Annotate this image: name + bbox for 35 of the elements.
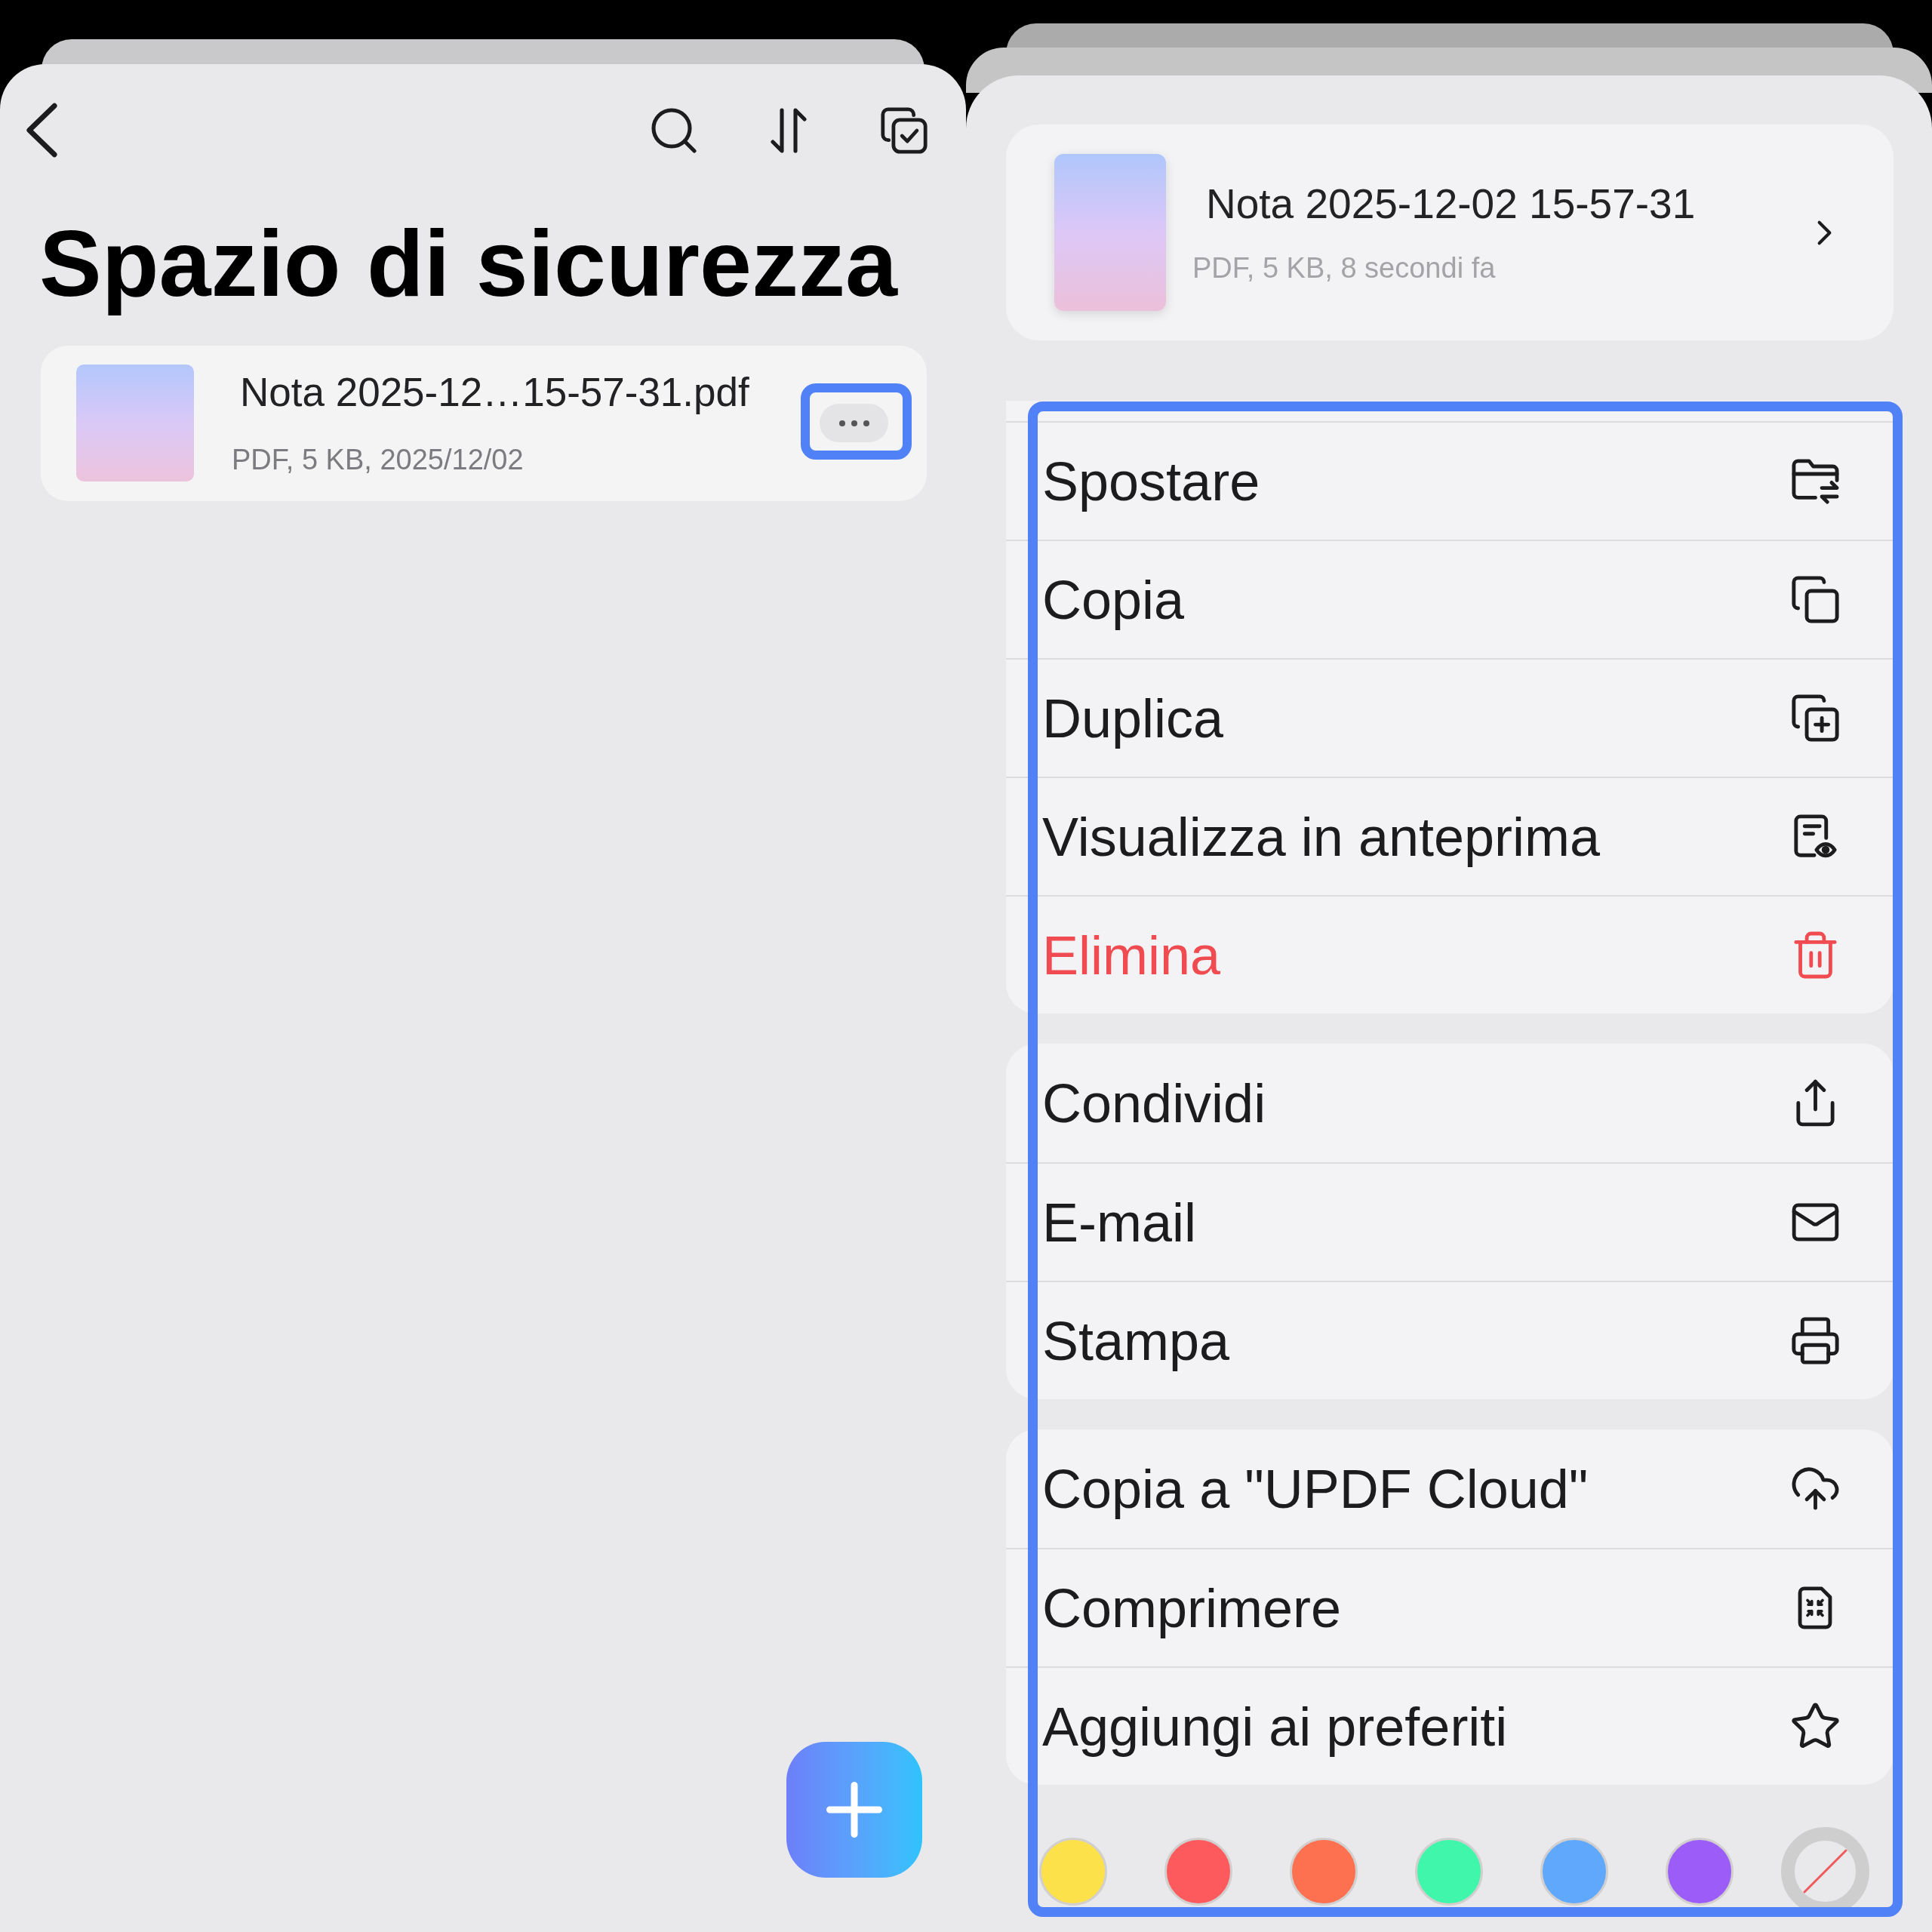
document-arrows-icon (1798, 1586, 1832, 1629)
file-name: Nota 2025-12…15-57-31.pdf (240, 372, 749, 413)
stacked-checkbox-icon[interactable] (881, 106, 928, 154)
add-button[interactable] (786, 1742, 922, 1878)
cloud-upload-icon (1791, 1467, 1839, 1510)
file-name: Nota 2025-12-02 15-57-31 (1206, 183, 1696, 225)
menu-item[interactable]: Copia a "UPDF Cloud" (1006, 1429, 1894, 1548)
menu-item[interactable]: Visualizza in anteprima (1006, 777, 1894, 895)
star-icon (1791, 1703, 1839, 1750)
menu-item[interactable]: Spostare (1006, 421, 1894, 540)
menu-item[interactable]: Condividi (1006, 1044, 1894, 1162)
folder-arrows-icon (1791, 458, 1839, 504)
menu-item[interactable]: E-mail (1006, 1162, 1894, 1281)
copy-icon (1791, 576, 1839, 623)
menu-item[interactable]: Comprimere (1006, 1548, 1894, 1666)
menu-item[interactable]: Duplica (1006, 658, 1894, 777)
chevron-right-icon (1817, 219, 1833, 246)
document-eye-icon (1793, 814, 1837, 860)
copy-plus-icon (1791, 694, 1839, 742)
more-button[interactable] (820, 404, 888, 443)
printer-icon (1791, 1317, 1839, 1364)
menu-item[interactable]: Aggiungi ai preferiti (1006, 1666, 1894, 1785)
screen-title: Spazio di sicurezza (38, 211, 899, 317)
ellipsis-icon (838, 420, 869, 426)
file-details: PDF, 5 KB, 8 secondi fa (1192, 253, 1496, 282)
trash-icon (1793, 931, 1837, 979)
menu-item[interactable]: Copia (1006, 540, 1894, 658)
file-header-card[interactable]: Nota 2025-12-02 15-57-31 PDF, 5 KB, 8 secondi fa (1006, 125, 1894, 340)
menu-item[interactable]: Stampa (1006, 1281, 1894, 1399)
search-icon[interactable] (651, 107, 697, 153)
plus-icon (826, 1782, 882, 1838)
mail-icon (1791, 1203, 1839, 1241)
file-card[interactable]: Nota 2025-12…15-57-31.pdf PDF, 5 KB, 2025/12/02 (41, 345, 927, 501)
share-icon (1795, 1079, 1835, 1127)
file-details: PDF, 5 KB, 2025/12/02 (232, 445, 524, 475)
